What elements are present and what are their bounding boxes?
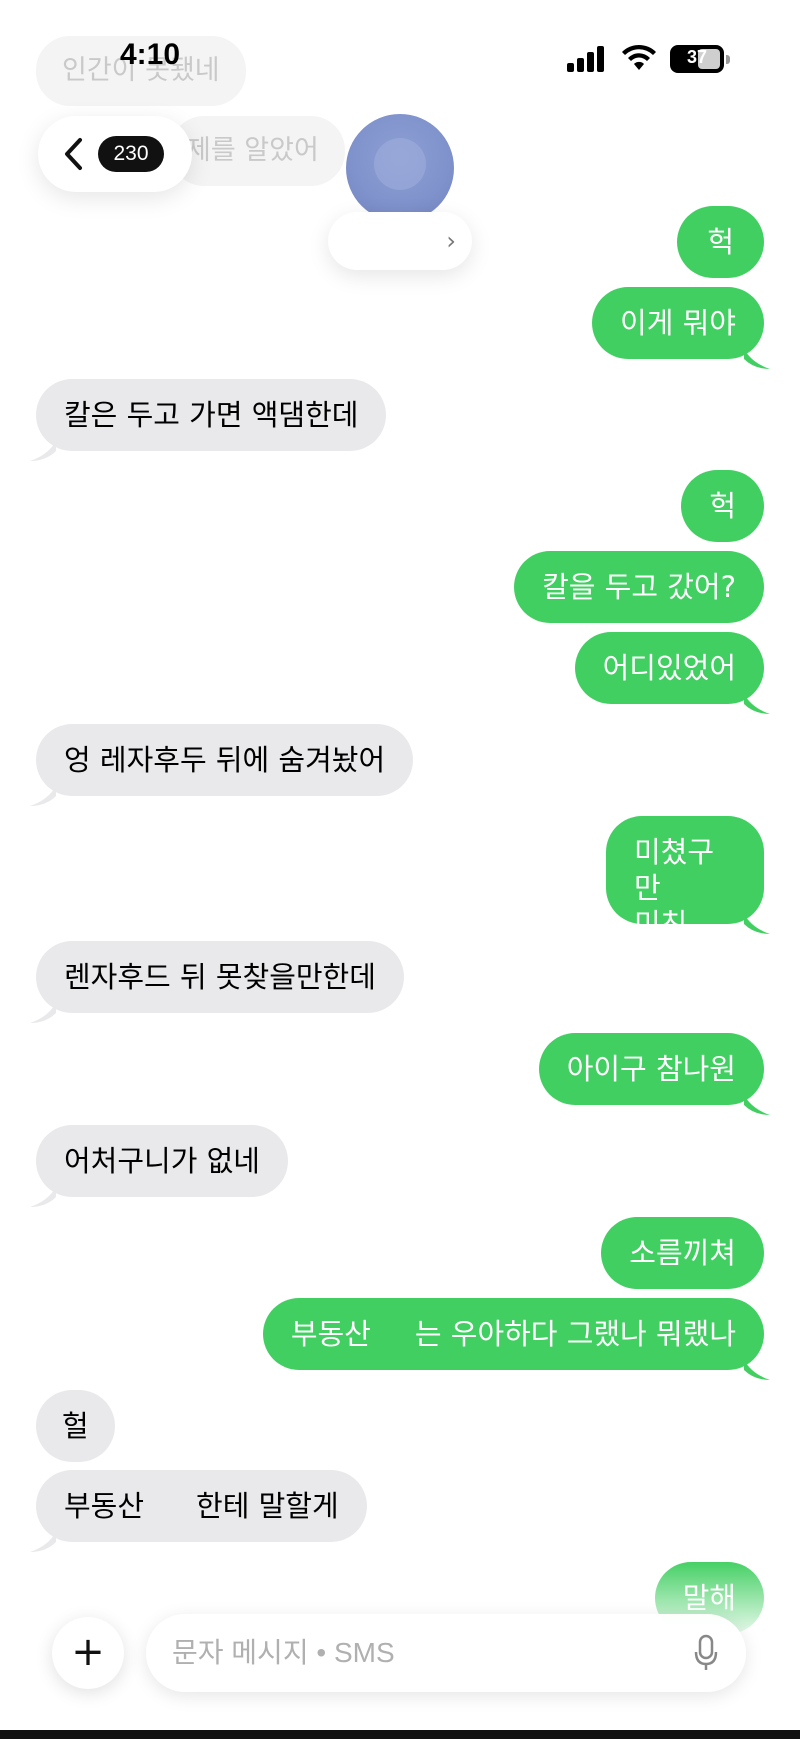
plus-icon: +: [71, 1629, 105, 1675]
message-part: 부동산: [290, 1317, 371, 1351]
message-bubble-outgoing[interactable]: 부동산 는 우아하다 그랬나 뭐랬나: [262, 1298, 764, 1370]
message-part: 한테 말할게: [196, 1489, 339, 1523]
message-bubble-incoming[interactable]: 칼은 두고 가면 액댐한데: [36, 379, 387, 451]
message-bubble-outgoing[interactable]: 어디있었어: [574, 632, 764, 704]
message-bubble-outgoing[interactable]: 아이구 참나원: [538, 1033, 764, 1105]
bubble-tail: [744, 914, 770, 936]
message-bubble-outgoing[interactable]: 헉: [681, 470, 764, 542]
bubble-tail: [30, 441, 56, 463]
home-indicator: [0, 1730, 800, 1739]
bubble-tail: [744, 349, 770, 371]
message-part: 는 우아하다 그랬나 뭐랬나: [414, 1317, 736, 1351]
add-attachment-button[interactable]: +: [52, 1617, 124, 1689]
microphone-icon[interactable]: [694, 1634, 718, 1672]
wifi-icon: [622, 44, 656, 70]
back-chevron-icon: [65, 138, 82, 170]
message-bubble-outgoing[interactable]: 미쳤구만 미친: [606, 816, 764, 941]
message-line: 미친: [634, 907, 688, 941]
message-bubble-outgoing[interactable]: 칼을 두고 갔어?: [514, 551, 764, 623]
message-bubble-incoming[interactable]: 엉 레자후두 뒤에 숨겨놨어: [36, 724, 414, 796]
signal-icon: [567, 46, 607, 72]
message-bubble-incoming[interactable]: 부동산 한테 말할게: [36, 1470, 367, 1542]
battery-percent: 37: [686, 47, 708, 67]
bubble-tail: [30, 1187, 56, 1209]
message-bubble-incoming[interactable]: 어처구니가 없네: [36, 1125, 288, 1197]
bubble-tail: [30, 1532, 56, 1554]
message-line: 미쳤구만: [634, 835, 715, 905]
message-bubble-incoming[interactable]: 헐: [36, 1390, 115, 1462]
status-bar: 4:10 37: [0, 0, 800, 120]
message-bubble-outgoing[interactable]: 헉: [677, 206, 764, 278]
unread-count-badge: 230: [98, 136, 164, 172]
faded-message: 제를 알았어: [170, 116, 345, 186]
chevron-right-icon: ›: [446, 227, 456, 255]
contact-name-button[interactable]: ›: [328, 212, 472, 270]
bubble-tail: [744, 1360, 770, 1382]
message-input-container[interactable]: [146, 1614, 746, 1692]
bubble-tail: [30, 786, 56, 808]
contact-avatar[interactable]: [346, 114, 454, 222]
message-input[interactable]: [172, 1614, 652, 1692]
message-bubble-incoming[interactable]: 렌자후드 뒤 못찾을만한데: [36, 941, 404, 1013]
battery-icon: 37: [670, 45, 730, 73]
message-bubble-outgoing[interactable]: 이게 뭐야: [592, 287, 764, 359]
back-button[interactable]: 230: [38, 116, 192, 192]
status-time: 4:10: [120, 38, 181, 71]
bubble-tail: [744, 1095, 770, 1117]
bubble-tail: [30, 1003, 56, 1025]
message-part: 부동산: [64, 1489, 145, 1523]
bubble-tail: [744, 694, 770, 716]
message-bubble-outgoing[interactable]: 소름끼쳐: [601, 1217, 764, 1289]
